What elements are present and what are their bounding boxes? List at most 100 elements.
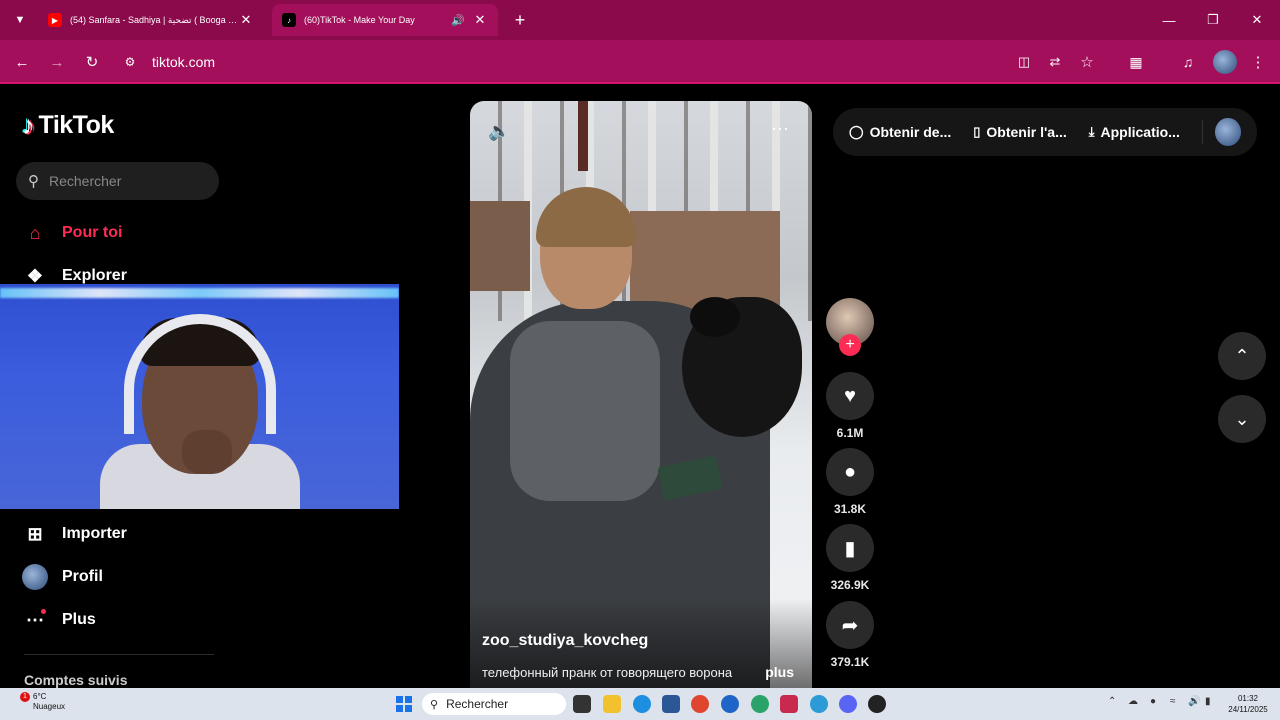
task-view-icon[interactable] — [573, 695, 591, 713]
address-bar[interactable]: ⚙ tiktok.com — [118, 46, 998, 78]
site-info-icon[interactable]: ⚙ — [118, 55, 142, 69]
topbar-separator — [1201, 120, 1203, 144]
tray-expand-icon[interactable]: ⌃ — [1108, 696, 1116, 707]
tab-title: (54) Sanfara - Sadhiya | تضحية ( Booga R… — [70, 14, 238, 25]
share-button[interactable]: ➦ — [826, 601, 874, 649]
bookmark-star-icon[interactable]: ☆ — [1075, 50, 1099, 74]
browser-tab-tiktok[interactable]: ♪ (60)TikTok - Make Your Day 🔊 ✕ — [272, 4, 498, 36]
extensions-icon[interactable]: ▦ — [1124, 50, 1148, 74]
search-box[interactable]: ⚲ — [16, 162, 219, 200]
nav-item-upload[interactable]: ⊞ Importer — [22, 521, 127, 547]
discord-icon[interactable] — [839, 695, 857, 713]
taskbar-search[interactable]: ⚲ Rechercher — [422, 693, 566, 715]
like-button[interactable]: ♥ — [826, 372, 874, 420]
url-text: tiktok.com — [152, 54, 216, 70]
comment-count: 31.8K — [833, 502, 867, 516]
nav-item-more[interactable]: ⋯ Plus — [22, 607, 96, 633]
obs-icon[interactable] — [868, 695, 886, 713]
get-coins-button[interactable]: ◯ Obtenir de... — [849, 124, 951, 140]
translate-icon[interactable]: ⇄ — [1043, 50, 1067, 74]
get-app-button[interactable]: ▯ Obtenir l'a... — [973, 124, 1067, 140]
save-button[interactable]: ▮ — [826, 524, 874, 572]
app-icon[interactable] — [780, 695, 798, 713]
video-bg-pole — [578, 101, 588, 171]
battery-icon[interactable]: ▮ — [1205, 696, 1211, 707]
nav-label: Importer — [62, 525, 127, 542]
video-person-hood — [510, 321, 660, 501]
download-icon: ⤓ — [1088, 124, 1095, 139]
browser-toolbar: ← → ↻ ⚙ tiktok.com ◫ ⇄ ☆ ▦ ♫ ⋮ — [0, 40, 1280, 84]
caption-more-button[interactable]: plus — [765, 664, 794, 680]
telegram-icon[interactable] — [810, 695, 828, 713]
comment-icon: ● — [843, 460, 857, 483]
media-control-icon[interactable]: ♫ — [1176, 50, 1200, 74]
minimize-button[interactable]: — — [1146, 0, 1192, 40]
chrome-profile-icon[interactable] — [721, 695, 739, 713]
user-avatar[interactable] — [1214, 118, 1241, 146]
cloud-icon[interactable]: ☁ — [1128, 696, 1138, 707]
chip-label: Obtenir de... — [869, 124, 952, 140]
tiktok-note-icon: ♪ — [22, 110, 35, 140]
new-tab-button[interactable]: + — [508, 8, 532, 32]
tab-title: (60)TikTok - Make Your Day — [304, 15, 415, 25]
chrome-icon[interactable] — [691, 695, 709, 713]
video-raven-head — [690, 297, 740, 337]
following-accounts-title: Comptes suivis — [24, 672, 128, 688]
start-button[interactable] — [396, 696, 412, 712]
close-window-button[interactable]: ✕ — [1234, 0, 1280, 40]
menu-icon[interactable]: ⋮ — [1246, 50, 1270, 74]
chevron-down-icon: ⌄ — [1234, 408, 1250, 429]
tab-search-button[interactable]: ▼ — [8, 8, 32, 32]
chrome-active-icon[interactable] — [751, 695, 769, 713]
system-clock[interactable]: 01:32 24/11/2025 — [1224, 693, 1272, 715]
forward-button[interactable]: → — [45, 50, 69, 74]
chevron-up-icon: ⌃ — [1234, 345, 1250, 366]
tab-close-button[interactable]: ✕ — [238, 12, 254, 28]
file-explorer-icon[interactable] — [603, 695, 621, 713]
back-button[interactable]: ← — [10, 50, 34, 74]
store-icon[interactable] — [662, 695, 680, 713]
mic-icon[interactable]: ● — [1150, 696, 1156, 707]
nav-item-for-you[interactable]: ⌂ Pour toi — [22, 220, 123, 246]
coin-icon: ◯ — [849, 124, 864, 139]
phone-icon: ▯ — [973, 124, 981, 139]
video-more-icon[interactable]: ⋯ — [771, 119, 790, 140]
edge-icon[interactable] — [633, 695, 651, 713]
home-icon: ⌂ — [29, 222, 41, 243]
led-strip — [0, 288, 399, 298]
profile-avatar[interactable] — [1213, 50, 1237, 74]
weather-desc: Nuageux — [33, 702, 66, 711]
install-app-icon[interactable]: ◫ — [1012, 50, 1036, 74]
avatar — [22, 564, 48, 590]
chip-label: Obtenir l'a... — [986, 124, 1067, 140]
desktop-app-button[interactable]: ⤓ Applicatio... — [1089, 124, 1180, 140]
comment-button[interactable]: ● — [826, 448, 874, 496]
taskbar-search-label: Rechercher — [446, 697, 509, 711]
weather-widget[interactable]: 1 6°C Nuageux — [18, 692, 65, 712]
volume-tray-icon[interactable]: 🔊 — [1188, 696, 1200, 707]
tab-close-button[interactable]: ✕ — [472, 12, 488, 28]
nav-label: Profil — [62, 568, 103, 585]
tiktok-logo[interactable]: ♪ TikTok — [22, 110, 114, 141]
webcam-overlay — [0, 284, 399, 509]
video-author[interactable]: zoo_studiya_kovcheg — [482, 632, 648, 650]
follow-button[interactable]: + — [839, 334, 861, 356]
windows-taskbar: 1 6°C Nuageux ⚲ Rechercher ⌃ ☁ ● ≈ 🔊 ▮ 0… — [0, 688, 1280, 720]
bookmark-icon: ▮ — [844, 537, 856, 560]
next-video-button[interactable]: ⌄ — [1218, 395, 1266, 443]
video-bg-shed — [470, 201, 530, 291]
speaker-icon[interactable]: 🔊 — [450, 14, 466, 27]
chevron-down-icon: ▼ — [14, 14, 26, 26]
top-actions-bar: ◯ Obtenir de... ▯ Obtenir l'a... ⤓ Appli… — [833, 108, 1257, 156]
video-player[interactable]: 🔈 ⋯ zoo_studiya_kovcheg телефонный пранк… — [470, 101, 812, 688]
clock-time: 01:32 — [1237, 694, 1259, 703]
volume-icon[interactable]: 🔈 — [488, 121, 510, 142]
restore-button[interactable]: ❐ — [1190, 0, 1236, 40]
wifi-icon[interactable]: ≈ — [1170, 696, 1176, 707]
chip-label: Applicatio... — [1100, 124, 1180, 140]
previous-video-button[interactable]: ⌃ — [1218, 332, 1266, 380]
browser-tab-youtube[interactable]: ▶ (54) Sanfara - Sadhiya | تضحية ( Booga… — [38, 4, 264, 36]
search-input[interactable] — [49, 173, 199, 189]
nav-item-profile[interactable]: Profil — [22, 564, 103, 590]
reload-button[interactable]: ↻ — [80, 50, 104, 74]
